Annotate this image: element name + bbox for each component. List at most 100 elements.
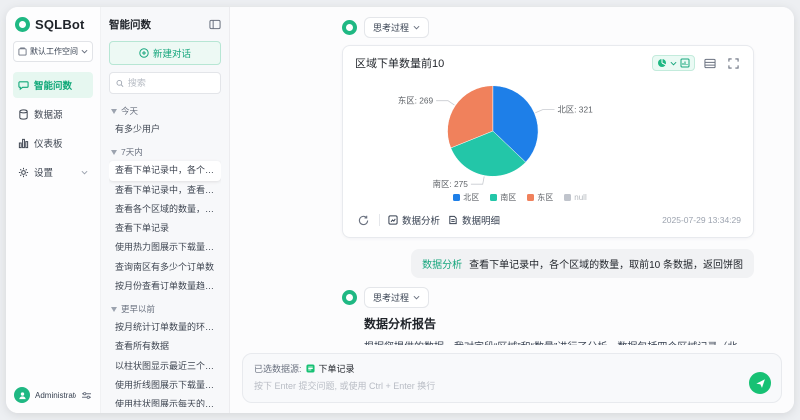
history-item[interactable]: 按月份查看订单数量趋势，使用折... [109, 277, 221, 296]
person-icon [18, 391, 26, 399]
send-button[interactable] [749, 372, 771, 394]
history-item[interactable]: 按月统计订单数量的环比增长率 [109, 318, 221, 337]
thinking-label: 思考过程 [373, 23, 410, 33]
data-analysis-label: 数据分析 [402, 216, 441, 227]
sidebar-item-dashboard[interactable]: 仪表板 [13, 130, 93, 156]
chart-legend: 北区 南区 东区 null [327, 192, 713, 203]
datasource-name[interactable]: 下单记录 [319, 362, 355, 375]
legend-swatch [490, 194, 498, 201]
chart-footer: 数据分析 数据明细 2025-07-29 13:34:29 [355, 206, 741, 233]
chart-type-selector[interactable] [652, 55, 695, 71]
history-item[interactable]: 有多少用户 [109, 120, 221, 139]
pie-chart: 北区: 321 南区: 275 东区: 269 [398, 85, 593, 189]
history-item[interactable]: 使用折线图展示下载量随日期的变... [109, 376, 221, 395]
user-profile[interactable]: Administrator [13, 385, 93, 405]
chevron-down-icon [413, 25, 420, 30]
chart-title: 区域下单数量前10 [355, 58, 445, 70]
report-intro: 根据您提供的数据，我对字段“区域”和“数量”进行了分析。数据包括四个区域记录（北… [364, 340, 754, 345]
new-chat-button[interactable]: 新建对话 [109, 41, 221, 65]
database-icon [19, 108, 28, 120]
history-item[interactable]: 以柱状图显示最近三个月的订单量 [109, 357, 221, 376]
brand-name: SQLBot [35, 17, 85, 32]
new-chat-label: 新建对话 [152, 49, 191, 60]
assistant-avatar [342, 290, 357, 305]
data-detail-label: 数据明细 [462, 216, 501, 227]
history-list: 今天有多少用户 7天内查看下单记录中，各个区域的数量...查看下单记录中，查看各个… [109, 98, 221, 407]
analysis-icon [388, 215, 398, 225]
history-item[interactable]: 查看下单记录 [109, 219, 221, 238]
pie-label: 南区: 275 [433, 179, 469, 189]
chevron-down-icon [81, 170, 88, 174]
datasource-icon [305, 364, 315, 373]
legend-label: 南区 [500, 193, 517, 202]
user-message-text: 查看下单记录中，各个区域的数量，取前10 条数据，返回饼图 [469, 260, 743, 271]
history-item[interactable]: 查看下单记录中，查看各个区域的... [109, 181, 221, 200]
legend-swatch [564, 194, 572, 201]
legend-item[interactable]: null [564, 192, 587, 203]
history-section-toggle[interactable]: 更早以前 [111, 303, 219, 315]
workspace-icon [18, 47, 27, 56]
legend-swatch [527, 194, 535, 201]
legend-item[interactable]: 北区 [453, 192, 479, 203]
main-area: 思考过程 区域下单数量前10 北区: 321 南区: 275 东区: 269 北… [230, 7, 794, 413]
history-section-toggle[interactable]: 今天 [111, 105, 219, 117]
search-input[interactable] [127, 78, 214, 88]
history-section-toggle[interactable]: 7天内 [111, 146, 219, 158]
legend-swatch [453, 194, 461, 201]
chevron-down-icon [413, 295, 420, 300]
thinking-label: 思考过程 [373, 293, 410, 303]
detail-icon [449, 215, 457, 225]
data-table-icon[interactable] [702, 55, 718, 71]
app-window: SQLBot 默认工作空间 智能问数 数据源 仪表板 设置 Administra… [6, 7, 794, 413]
data-analysis-button[interactable]: 数据分析 [388, 213, 440, 227]
caret-down-icon [111, 108, 117, 114]
history-item[interactable]: 查询南区有多少个订单数 [109, 258, 221, 277]
user-message-bubble: 数据分析 查看下单记录中，各个区域的数量，取前10 条数据，返回饼图 [411, 249, 754, 278]
collapse-panel-icon[interactable] [209, 19, 221, 30]
chevron-down-icon [81, 49, 88, 54]
sidebar-item-settings[interactable]: 设置 [13, 159, 93, 185]
history-item[interactable]: 使用热力图展示下载量排名前五的日... [109, 238, 221, 257]
switch-chart-icon [680, 58, 690, 68]
thinking-process-button[interactable]: 思考过程 [364, 287, 430, 308]
sidebar-item-datasource[interactable]: 数据源 [13, 101, 93, 127]
refresh-icon[interactable] [355, 212, 371, 228]
history-item[interactable]: 使用柱状图展示每天的下载量变化 [109, 395, 221, 407]
sidebar-item-label: 数据源 [34, 110, 63, 121]
sidebar-item-chat[interactable]: 智能问数 [13, 72, 93, 98]
report-title: 数据分析报告 [364, 317, 437, 331]
history-item[interactable]: 查看各个区域的数量，取前10 条数... [109, 200, 221, 219]
history-panel: 智能问数 新建对话 今天有多少用户7天内查看下单记录中，各个区域的数量...查看… [100, 7, 230, 413]
sidebar: SQLBot 默认工作空间 智能问数 数据源 仪表板 设置 Administra… [6, 7, 100, 413]
divider [379, 214, 380, 226]
conversation-scroll[interactable]: 思考过程 区域下单数量前10 北区: 321 南区: 275 东区: 269 北… [242, 15, 782, 345]
workspace-selector[interactable]: 默认工作空间 [13, 41, 93, 62]
history-item[interactable]: 查看所有数据 [109, 337, 221, 356]
composer: 已选数据源: 下单记录 [242, 353, 782, 403]
history-item[interactable]: 查看下单记录中，各个区域的数量... [109, 161, 221, 181]
datasource-label: 已选数据源: [254, 364, 302, 374]
sqlbot-logo-icon [15, 17, 30, 32]
sidebar-item-label: 仪表板 [34, 139, 63, 150]
search-icon [116, 79, 124, 87]
fullscreen-icon[interactable] [725, 55, 741, 71]
dashboard-icon [18, 138, 29, 148]
legend-label: 东区 [537, 193, 554, 202]
sliders-icon[interactable] [81, 391, 92, 400]
user-avatar [14, 387, 30, 403]
data-detail-button[interactable]: 数据明细 [448, 213, 500, 227]
timestamp: 2025-07-29 13:34:29 [662, 215, 741, 225]
legend-label: 北区 [463, 193, 480, 202]
legend-item[interactable]: 东区 [527, 192, 553, 203]
composer-input[interactable] [254, 381, 667, 391]
thinking-process-button[interactable]: 思考过程 [364, 17, 430, 38]
logo: SQLBot [13, 17, 93, 32]
user-name: Administrator [35, 390, 76, 400]
sidebar-item-label: 设置 [34, 168, 54, 179]
caret-down-icon [111, 149, 117, 155]
panel-title: 智能问数 [109, 19, 151, 31]
legend-label: null [574, 193, 587, 202]
pie-label: 北区: 321 [557, 104, 593, 114]
sidebar-item-label: 智能问数 [34, 81, 73, 92]
legend-item[interactable]: 南区 [490, 192, 516, 203]
